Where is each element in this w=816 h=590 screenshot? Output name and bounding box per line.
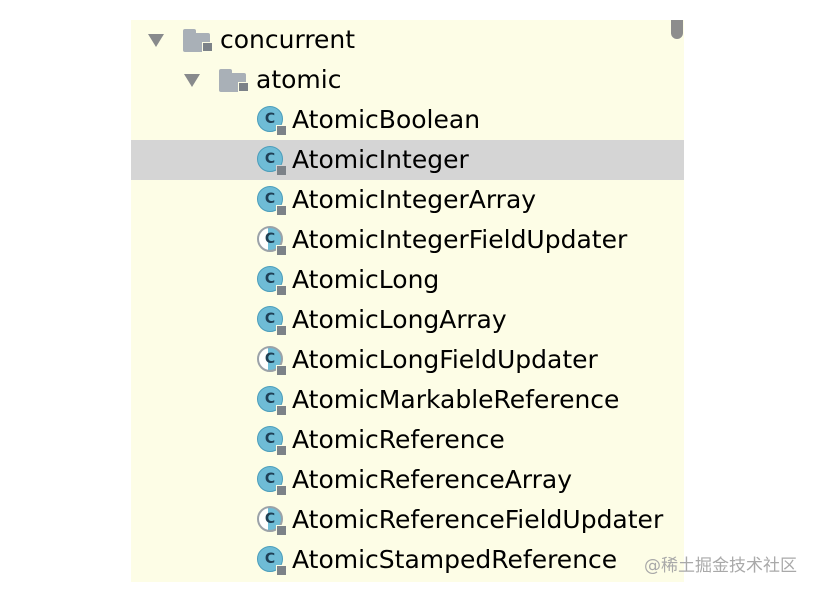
package-folder-icon — [219, 68, 249, 92]
lock-icon — [276, 285, 287, 296]
class-label: AtomicReferenceArray — [292, 465, 573, 494]
class-label: AtomicLongArray — [292, 305, 507, 334]
tree-row-class[interactable]: C AtomicLongFieldUpdater — [131, 340, 684, 380]
tree-row-class[interactable]: C AtomicBoolean — [131, 100, 684, 140]
tree-row-class[interactable]: C AtomicMarkableReference — [131, 380, 684, 420]
class-label: AtomicIntegerFieldUpdater — [292, 225, 628, 254]
abstract-class-icon: C — [257, 506, 287, 536]
package-label: concurrent — [220, 25, 356, 54]
class-label: AtomicStampedReference — [292, 545, 618, 574]
tree-row-atomic[interactable]: atomic — [131, 60, 684, 100]
class-icon: C — [257, 186, 287, 216]
package-label: atomic — [256, 65, 342, 94]
lock-icon — [276, 485, 287, 496]
class-label: AtomicIntegerArray — [292, 185, 537, 214]
tree-row-class[interactable]: C AtomicReference — [131, 420, 684, 460]
lock-icon — [276, 565, 287, 576]
lock-icon — [276, 245, 287, 256]
class-icon: C — [257, 466, 287, 496]
class-icon: C — [257, 546, 287, 576]
tree-row-class[interactable]: C AtomicLongArray — [131, 300, 684, 340]
package-folder-icon — [183, 28, 213, 52]
tree-row-class[interactable]: C AtomicReferenceArray — [131, 460, 684, 500]
class-icon: C — [257, 306, 287, 336]
class-label: AtomicBoolean — [292, 105, 481, 134]
project-tree-panel: concurrent atomic C AtomicBoolean C Atom… — [131, 20, 684, 582]
lock-icon — [276, 525, 287, 536]
class-icon: C — [257, 426, 287, 456]
lock-icon — [276, 445, 287, 456]
lock-icon — [276, 165, 287, 176]
tree-row-class[interactable]: C AtomicIntegerArray — [131, 180, 684, 220]
lock-icon — [276, 205, 287, 216]
class-icon: C — [257, 386, 287, 416]
class-label: AtomicLong — [292, 265, 440, 294]
tree-row-class[interactable]: C AtomicReferenceFieldUpdater — [131, 500, 684, 540]
lock-icon — [276, 125, 287, 136]
tree-row-concurrent[interactable]: concurrent — [131, 20, 684, 60]
scrollbar-thumb[interactable] — [671, 20, 683, 39]
class-label: AtomicLongFieldUpdater — [292, 345, 598, 374]
abstract-class-icon: C — [257, 226, 287, 256]
class-label: AtomicReference — [292, 425, 505, 454]
class-label: AtomicMarkableReference — [292, 385, 620, 414]
class-icon: C — [257, 106, 287, 136]
lock-icon — [276, 405, 287, 416]
class-icon: C — [257, 266, 287, 296]
tree-row-class[interactable]: C AtomicIntegerFieldUpdater — [131, 220, 684, 260]
class-icon: C — [257, 146, 287, 176]
lock-icon — [276, 325, 287, 336]
class-label: AtomicInteger — [292, 145, 469, 174]
tree-row-class[interactable]: C AtomicStampedReference — [131, 540, 684, 580]
tree-row-class[interactable]: C AtomicLong — [131, 260, 684, 300]
tree-row-class-selected[interactable]: C AtomicInteger — [131, 140, 684, 180]
watermark-text: @稀土掘金技术社区 — [644, 556, 797, 576]
expand-arrow-icon[interactable] — [148, 34, 164, 47]
abstract-class-icon: C — [257, 346, 287, 376]
class-label: AtomicReferenceFieldUpdater — [292, 505, 664, 534]
lock-icon — [276, 365, 287, 376]
expand-arrow-icon[interactable] — [184, 74, 200, 87]
